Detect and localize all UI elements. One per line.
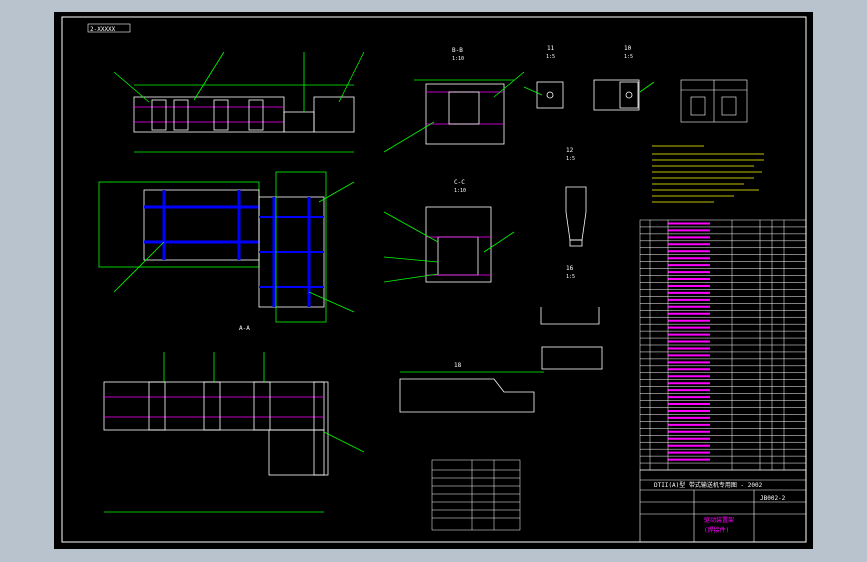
sheet-tag: 2-XXXXX — [90, 26, 116, 33]
plan-view — [98, 171, 355, 323]
detail-10-title: 10 — [624, 45, 632, 52]
detail-18-view — [399, 371, 544, 413]
detail-12-title: 12 — [566, 147, 574, 154]
section-c-scale: 1:10 — [454, 188, 466, 194]
section-b-view — [383, 71, 525, 153]
detail-10-view — [593, 79, 655, 111]
front-elevation-view — [113, 51, 365, 153]
section-c-title: C-C — [454, 179, 465, 186]
section-c-view — [383, 206, 515, 283]
detail-18-title: 18 — [454, 362, 462, 369]
section-a-title: A-A — [239, 325, 250, 332]
product-title: DTII(A)型 带式输送机专用图 - 2002 — [654, 481, 763, 489]
detail-16-view — [540, 307, 603, 370]
detail-11-title: 11 — [547, 45, 555, 52]
drawing-sheet: 2-XXXXX B-B 1:10 11 1:5 10 1:5 A-A C-C 1… — [54, 12, 813, 549]
cad-drawing: 2-XXXXX B-B 1:10 11 1:5 10 1:5 A-A C-C 1… — [61, 16, 807, 543]
section-b-title: B-B — [452, 47, 463, 54]
detail-10-scale: 1:5 — [624, 54, 633, 60]
section-b-scale: 1:10 — [452, 56, 464, 62]
detail-16-scale: 1:5 — [566, 274, 575, 280]
part-name: 驱动装置架 — [704, 516, 734, 524]
detail-11-view — [523, 81, 564, 109]
material-table — [431, 459, 521, 531]
weld-detail-table — [680, 79, 748, 123]
bill-of-materials — [639, 219, 807, 471]
detail-16-title: 16 — [566, 265, 574, 272]
section-a-view — [103, 352, 365, 513]
detail-12-view — [565, 186, 587, 247]
detail-11-scale: 1:5 — [546, 54, 555, 60]
part-name-sub: (焊接件) — [704, 526, 729, 534]
detail-12-scale: 1:5 — [566, 156, 575, 162]
drawing-number: JB002-2 — [760, 495, 786, 502]
technical-notes — [652, 145, 764, 203]
